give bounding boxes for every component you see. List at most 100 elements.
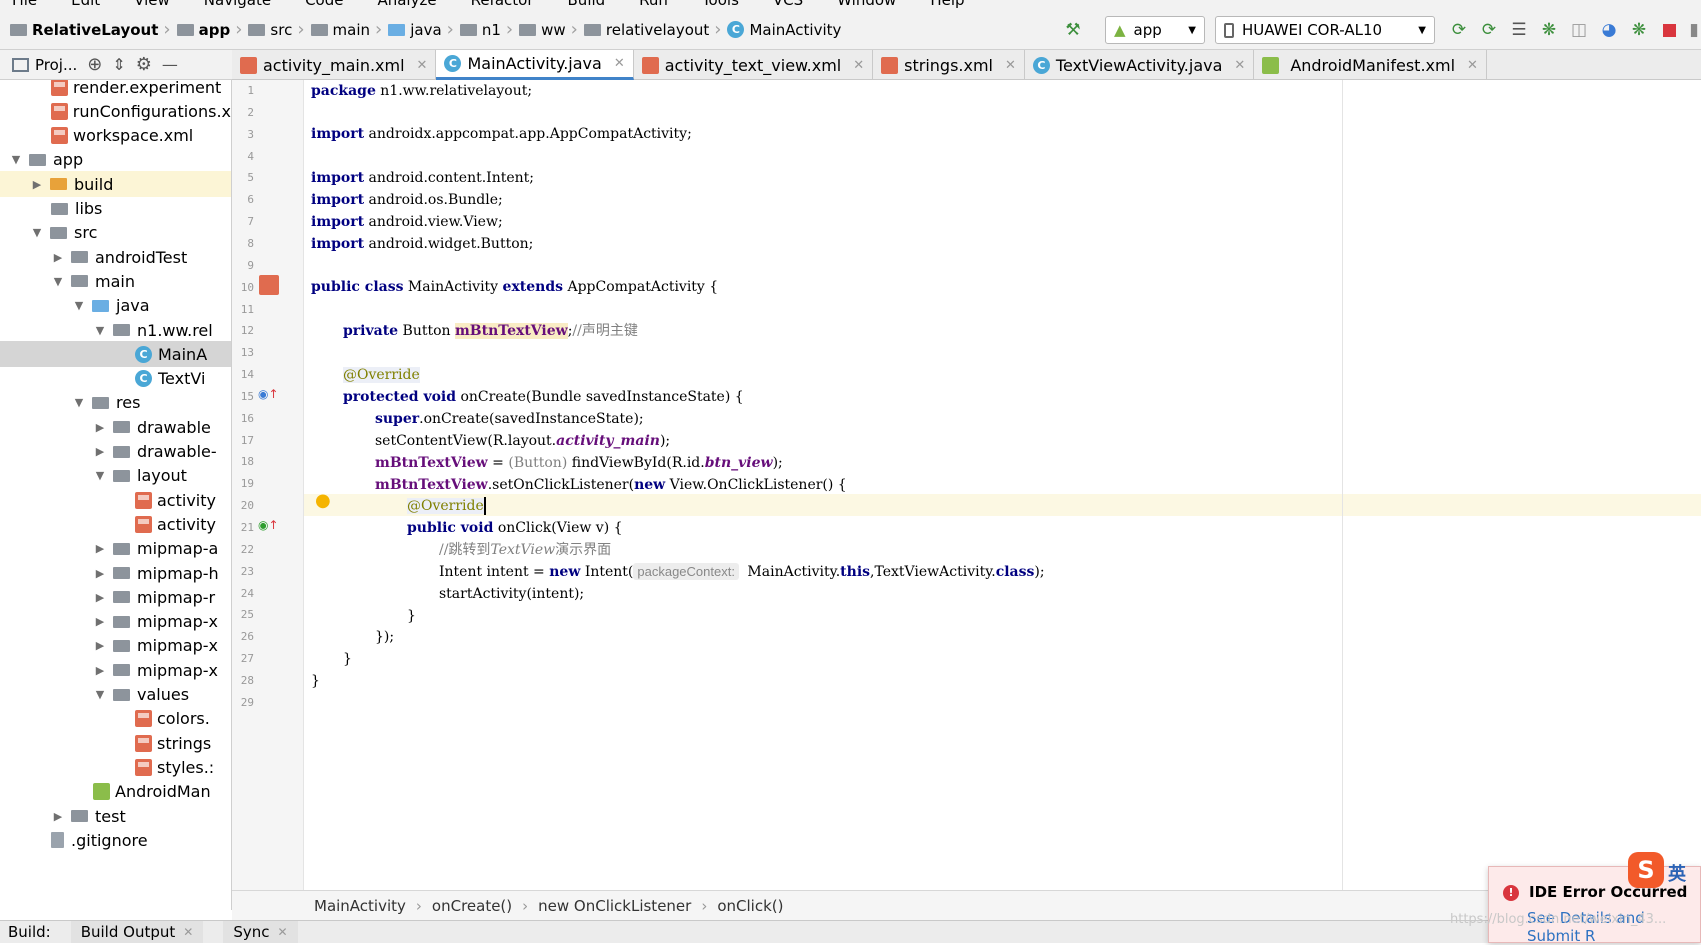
- attach-debugger-icon[interactable]: ❋: [1627, 18, 1651, 42]
- close-icon[interactable]: ✕: [1005, 58, 1016, 73]
- expand-right-icon[interactable]: ▶: [93, 639, 107, 652]
- tree-item[interactable]: ▼ main: [0, 268, 231, 294]
- tree-item[interactable]: runConfigurations.x: [0, 98, 231, 124]
- hide-panel-icon[interactable]: —: [162, 55, 178, 74]
- menu-item-vcs[interactable]: VCS: [773, 0, 803, 9]
- collapse-all-icon[interactable]: ⇕: [112, 55, 125, 74]
- expand-down-icon[interactable]: ▼: [30, 226, 44, 239]
- expand-right-icon[interactable]: ▶: [93, 591, 107, 604]
- tab-textviewactivity-java[interactable]: C TextViewActivity.java ✕: [1025, 50, 1255, 80]
- expand-down-icon[interactable]: ▼: [9, 153, 23, 166]
- tree-item[interactable]: ▶ mipmap-r: [0, 584, 231, 610]
- tab-mainactivity-java[interactable]: C MainActivity.java ✕: [436, 50, 634, 80]
- tree-item[interactable]: activity: [0, 511, 231, 537]
- tree-item[interactable]: ▶ drawable: [0, 414, 231, 440]
- implements-method-icon[interactable]: ◉↑: [258, 518, 279, 532]
- expand-right-icon[interactable]: ▶: [93, 567, 107, 580]
- close-icon[interactable]: ✕: [853, 58, 864, 73]
- expand-down-icon[interactable]: ▼: [93, 469, 107, 482]
- crumb-java[interactable]: java: [388, 21, 442, 39]
- close-icon[interactable]: ✕: [1467, 58, 1478, 73]
- sogou-ime-icon[interactable]: S: [1628, 852, 1664, 888]
- expand-right-icon[interactable]: ▶: [93, 542, 107, 555]
- tree-item[interactable]: ▶ mipmap-x: [0, 609, 231, 635]
- tree-item[interactable]: libs: [0, 196, 231, 222]
- tree-item[interactable]: ▼ src: [0, 220, 231, 246]
- expand-down-icon[interactable]: ▼: [51, 275, 65, 288]
- close-icon[interactable]: ✕: [183, 925, 193, 939]
- tab-activity-text-view-xml[interactable]: activity_text_view.xml ✕: [634, 50, 874, 80]
- menu-item-analyze[interactable]: Analyze: [377, 0, 436, 9]
- crumb-app[interactable]: app: [176, 21, 230, 39]
- layout-file-icon[interactable]: [259, 275, 279, 295]
- code-area[interactable]: package n1.ww.relativelayout; import and…: [311, 80, 1701, 890]
- tree-item[interactable]: activity: [0, 487, 231, 513]
- tree-item[interactable]: ▶ mipmap-x: [0, 657, 231, 683]
- menu-item-run[interactable]: Run: [639, 0, 668, 9]
- tree-item[interactable]: ▶ mipmap-h: [0, 560, 231, 586]
- expand-right-icon[interactable]: ▶: [93, 445, 107, 458]
- coverage-icon[interactable]: ◫: [1567, 18, 1591, 42]
- ime-language-indicator[interactable]: 英: [1668, 860, 1686, 886]
- tree-item[interactable]: C MainA: [0, 341, 231, 368]
- hammer-icon[interactable]: ⚒: [1061, 18, 1085, 42]
- tree-item[interactable]: C TextVi: [0, 366, 231, 392]
- menu-item-view[interactable]: View: [134, 0, 170, 9]
- expand-right-icon[interactable]: ▶: [93, 421, 107, 434]
- tree-item[interactable]: ▼ n1.ww.rel: [0, 317, 231, 343]
- crumb-n1[interactable]: n1: [459, 21, 501, 39]
- menu-item-refactor[interactable]: Refactor: [471, 0, 534, 9]
- expand-down-icon[interactable]: ▼: [93, 688, 107, 701]
- tree-item[interactable]: ▼ app: [0, 147, 231, 173]
- tree-item[interactable]: workspace.xml: [0, 123, 231, 149]
- tree-item[interactable]: ▼ layout: [0, 463, 231, 489]
- tree-item[interactable]: strings: [0, 730, 231, 756]
- menu-item-help[interactable]: Help: [930, 0, 964, 9]
- code-editor[interactable]: ◉↑ ◉↑ ● 1 2 3 4 5 6 7 8 9 10 11 12 13 14 15 16 17 18 19 20 2…: [232, 80, 1701, 890]
- device-select[interactable]: HUAWEI COR-AL10 ▼: [1215, 16, 1435, 44]
- profiler-icon[interactable]: ◕: [1597, 18, 1621, 42]
- menu-item-window[interactable]: Window: [837, 0, 896, 9]
- menu-item-tools[interactable]: Tools: [702, 0, 739, 9]
- menu-item-build[interactable]: Build: [568, 0, 606, 9]
- menu-item-edit[interactable]: Edit: [71, 0, 100, 9]
- tab-sync[interactable]: Sync ✕: [223, 921, 298, 943]
- run-config-select[interactable]: ▲ app ▼: [1105, 16, 1205, 44]
- crumb-src[interactable]: src: [248, 21, 292, 39]
- tree-item[interactable]: render.experiment: [0, 80, 231, 100]
- project-view-select[interactable]: Proj...: [35, 56, 77, 74]
- expand-right-icon[interactable]: ▶: [93, 664, 107, 677]
- expand-right-icon[interactable]: ▶: [93, 615, 107, 628]
- crumb-ww[interactable]: ww: [519, 21, 566, 39]
- apply-changes-icon[interactable]: ⟳: [1447, 18, 1471, 42]
- tree-item[interactable]: ▶ drawable-: [0, 439, 231, 465]
- more-icon[interactable]: ▮: [1687, 18, 1701, 42]
- crumb-class[interactable]: MainActivity: [314, 897, 406, 915]
- scroll-from-source-icon[interactable]: ⊕: [87, 54, 102, 75]
- gear-icon[interactable]: ⚙: [136, 54, 152, 75]
- crumb-onclick[interactable]: onClick(): [717, 897, 783, 915]
- tree-item[interactable]: ▶ androidTest: [0, 244, 231, 270]
- debug-icon[interactable]: ❋: [1537, 18, 1561, 42]
- expand-down-icon[interactable]: ▼: [72, 299, 86, 312]
- tab-androidmanifest-xml[interactable]: AndroidManifest.xml ✕: [1254, 50, 1487, 80]
- overrides-method-icon[interactable]: ◉↑: [258, 387, 279, 401]
- tree-item[interactable]: ▶ test: [0, 803, 231, 829]
- stop-icon[interactable]: [1657, 18, 1681, 42]
- tree-item[interactable]: styles.:: [0, 754, 231, 780]
- expand-down-icon[interactable]: ▼: [93, 324, 107, 337]
- expand-right-icon[interactable]: ▶: [51, 810, 65, 823]
- apply-code-changes-icon[interactable]: ⟳: [1477, 18, 1501, 42]
- close-icon[interactable]: ✕: [277, 925, 287, 939]
- tree-item[interactable]: ▶ mipmap-x: [0, 633, 231, 659]
- tree-item[interactable]: ▼ java: [0, 293, 231, 319]
- tree-item[interactable]: colors.: [0, 706, 231, 732]
- crumb-method[interactable]: onCreate(): [432, 897, 512, 915]
- crumb-project[interactable]: RelativeLayout: [10, 21, 158, 39]
- close-icon[interactable]: ✕: [417, 58, 428, 73]
- tree-item[interactable]: ▶ mipmap-a: [0, 536, 231, 562]
- close-icon[interactable]: ✕: [1234, 58, 1245, 73]
- menu-item-navigate[interactable]: Navigate: [204, 0, 271, 9]
- menu-item-file[interactable]: File: [12, 0, 37, 9]
- tree-item[interactable]: .gitignore: [0, 827, 231, 853]
